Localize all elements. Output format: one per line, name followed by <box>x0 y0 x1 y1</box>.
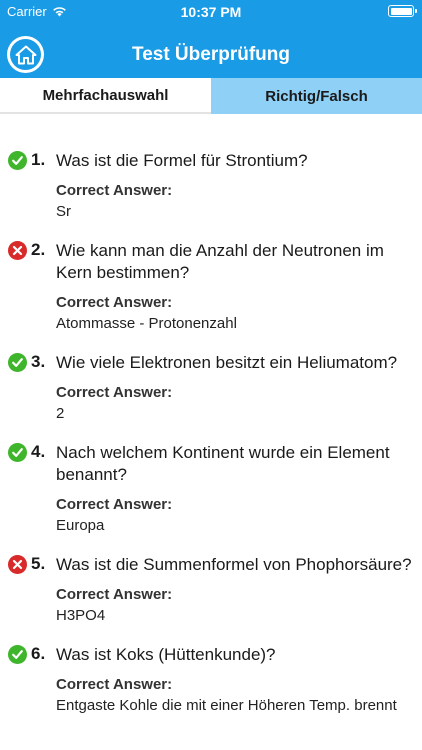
tab-bar: Mehrfachauswahl Richtig/Falsch <box>0 78 422 114</box>
question-number: 5. <box>31 554 46 573</box>
battery-icon <box>388 5 417 17</box>
correct-answer-label: Correct Answer: <box>56 384 173 401</box>
cross-icon <box>8 241 27 260</box>
correct-answer-value: 2 <box>56 405 65 422</box>
list-item: 2. Wie kann man die Anzahl der Neutronen… <box>0 240 422 335</box>
list-item: 5. Was ist die Summenformel von Phophors… <box>0 554 422 627</box>
correct-answer-label: Correct Answer: <box>56 496 173 513</box>
question-number: 1. <box>31 150 46 169</box>
checkmark-icon <box>8 353 27 372</box>
question-number: 3. <box>31 352 46 371</box>
tab-mehrfachauswahl[interactable]: Mehrfachauswahl <box>0 78 211 114</box>
question-text: Was ist die Formel für Strontium? <box>56 151 308 170</box>
header-bar: Carrier 10:37 PM Test Überprüfung <box>0 0 422 78</box>
question-list: 1. Was ist die Formel für Strontium? Cor… <box>0 114 422 750</box>
correct-answer-label: Correct Answer: <box>56 294 173 311</box>
question-number: 4. <box>31 442 46 461</box>
cross-icon <box>8 555 27 574</box>
question-text: Wie viele Elektronen besitzt ein Heliuma… <box>56 353 398 372</box>
question-text: Was ist die Summenformel von Phophorsäur… <box>56 555 412 574</box>
question-text: Was ist Koks (Hüttenkunde)? <box>56 645 276 664</box>
checkmark-icon <box>8 443 27 462</box>
page-title: Test Überprüfung <box>132 44 290 65</box>
correct-answer-label: Correct Answer: <box>56 676 173 693</box>
status-time: 10:37 PM <box>180 4 242 20</box>
question-text: Wie kann man die Anzahl der Neutronen im… <box>56 241 384 282</box>
status-bar: Carrier 10:37 PM <box>0 0 422 24</box>
tab-richtig-falsch[interactable]: Richtig/Falsch <box>211 78 422 114</box>
correct-answer-value: Europa <box>56 517 105 534</box>
list-item: 4. Nach welchem Kontinent wurde ein Elem… <box>0 442 422 537</box>
navigation-bar: Test Überprüfung <box>0 24 422 78</box>
checkmark-icon <box>8 645 27 664</box>
question-number: 6. <box>31 644 46 663</box>
correct-answer-label: Correct Answer: <box>56 182 173 199</box>
question-number: 2. <box>31 240 46 259</box>
list-item: 6. Was ist Koks (Hüttenkunde)? Correct A… <box>0 644 422 717</box>
correct-answer-value: Atommasse - Protonenzahl <box>56 315 237 332</box>
list-item: 1. Was ist die Formel für Strontium? Cor… <box>0 150 422 223</box>
list-item: 3. Wie viele Elektronen besitzt ein Heli… <box>0 352 422 425</box>
correct-answer-label: Correct Answer: <box>56 586 173 603</box>
correct-answer-value: H3PO4 <box>56 607 106 624</box>
correct-answer-value: Sr <box>56 203 71 220</box>
question-text: Nach welchem Kontinent wurde ein Element… <box>56 443 390 484</box>
checkmark-icon <box>8 151 27 170</box>
correct-answer-value: Entgaste Kohle die mit einer Höheren Tem… <box>56 697 397 714</box>
